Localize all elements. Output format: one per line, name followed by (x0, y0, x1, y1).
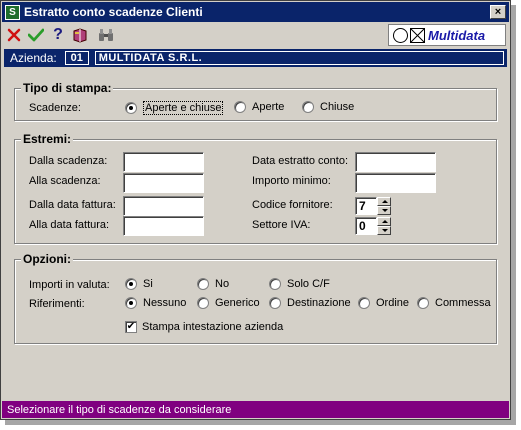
radio-label: Aperte (252, 101, 285, 113)
opzioni-legend: Opzioni: (21, 252, 73, 266)
logo-cross-icon (410, 27, 425, 43)
stepper-down-icon[interactable] (377, 226, 391, 235)
radio-label: Chiuse (320, 101, 355, 113)
status-text: Selezionare il tipo di scadenze da consi… (7, 403, 232, 416)
dalla-scadenza-label: Dalla scadenza: (29, 155, 108, 167)
scadenze-label: Scadenze: (29, 102, 81, 114)
radio-rif-destinazione[interactable]: Destinazione (269, 297, 351, 309)
stampa-intestazione-checkbox[interactable]: ✔ Stampa intestazione azienda (125, 321, 283, 333)
azienda-code-field[interactable]: 01 (64, 51, 89, 65)
cancel-icon (7, 28, 21, 42)
radio-dot (197, 278, 209, 290)
confirm-button[interactable] (25, 24, 47, 46)
stepper-buttons (377, 217, 391, 235)
importo-minimo-field[interactable] (355, 173, 436, 193)
radio-dot (234, 101, 246, 113)
radio-rif-ordine[interactable]: Ordine (358, 297, 409, 309)
alla-scadenza-field[interactable] (123, 173, 204, 193)
riferimenti-label: Riferimenti: (29, 298, 85, 310)
checkbox-label: Stampa intestazione azienda (142, 321, 284, 333)
radio-dot (302, 101, 314, 113)
codice-fornitore-label: Codice fornitore: (252, 199, 333, 211)
dalla-scadenza-field[interactable] (123, 152, 204, 172)
radio-dot (125, 297, 137, 309)
radio-dot (358, 297, 370, 309)
settore-iva-label: Settore IVA: (252, 219, 311, 231)
radio-label: Aperte e chiuse (143, 101, 224, 115)
radio-label: Nessuno (143, 297, 187, 309)
tipo-stampa-legend: Tipo di stampa: (21, 81, 114, 95)
azienda-name-field: MULTIDATA S.R.L. (94, 51, 504, 65)
dialog-window: S Estratto conto scadenze Clienti × ? Mu… (0, 0, 511, 420)
app-icon: S (5, 4, 20, 20)
radio-importi-solo-cf[interactable]: Solo C/F (269, 278, 330, 290)
stepper-up-icon[interactable] (377, 217, 391, 226)
stepper-down-icon[interactable] (377, 206, 391, 215)
importo-minimo-label: Importo minimo: (252, 175, 331, 187)
settore-iva-value[interactable]: 0 (355, 217, 377, 235)
radio-aperte[interactable]: Aperte (234, 101, 284, 113)
azienda-bar: Azienda: 01 MULTIDATA S.R.L. (4, 49, 507, 67)
radio-dot (125, 278, 137, 290)
radio-label: Si (143, 278, 153, 290)
alla-scadenza-label: Alla scadenza: (29, 175, 101, 187)
multidata-logo: Multidata (388, 24, 506, 46)
close-button[interactable]: × (490, 5, 506, 19)
book-button[interactable] (69, 24, 91, 46)
alla-data-fattura-label: Alla data fattura: (29, 219, 110, 231)
tipo-stampa-group: Tipo di stampa: Scadenze: Aperte e chius… (14, 81, 497, 121)
settore-iva-stepper[interactable]: 0 (355, 217, 391, 235)
confirm-icon (28, 28, 44, 42)
radio-label: Commessa (435, 297, 491, 309)
logo-circle-icon (393, 27, 408, 43)
cancel-button[interactable] (3, 24, 25, 46)
radio-chiuse[interactable]: Chiuse (302, 101, 354, 113)
dalla-data-fattura-field[interactable] (123, 196, 204, 216)
radio-importi-si[interactable]: Si (125, 278, 153, 290)
radio-label: Generico (215, 297, 260, 309)
radio-label: No (215, 278, 230, 290)
search-button[interactable] (95, 24, 117, 46)
dalla-data-fattura-label: Dalla data fattura: (29, 199, 116, 211)
radio-label: Solo C/F (287, 278, 330, 290)
stepper-buttons (377, 197, 391, 215)
radio-rif-nessuno[interactable]: Nessuno (125, 297, 186, 309)
status-bar: Selezionare il tipo di scadenze da consi… (2, 401, 509, 418)
alla-data-fattura-field[interactable] (123, 216, 204, 236)
radio-label: Ordine (376, 297, 410, 309)
stepper-up-icon[interactable] (377, 197, 391, 206)
radio-label: Destinazione (287, 297, 351, 309)
help-icon: ? (53, 26, 63, 43)
radio-dot (417, 297, 429, 309)
logo-text: Multidata (428, 27, 486, 43)
codice-fornitore-stepper[interactable]: 7 (355, 197, 391, 215)
radio-dot (269, 297, 281, 309)
window-title: Estratto conto scadenze Clienti (24, 5, 203, 19)
radio-dot (197, 297, 209, 309)
data-estratto-conto-label: Data estratto conto: (252, 155, 348, 167)
opzioni-group: Opzioni: Importi in valuta: Si No Solo C… (14, 252, 497, 344)
radio-rif-commessa[interactable]: Commessa (417, 297, 491, 309)
azienda-label: Azienda: (10, 51, 57, 65)
book-icon (73, 28, 87, 43)
codice-fornitore-value[interactable]: 7 (355, 197, 377, 215)
title-bar[interactable]: S Estratto conto scadenze Clienti × (2, 2, 509, 22)
toolbar: ? Multidata (3, 23, 508, 47)
help-button[interactable]: ? (47, 24, 69, 46)
estremi-legend: Estremi: (21, 132, 74, 146)
importi-valuta-label: Importi in valuta: (29, 279, 110, 291)
binoculars-icon (99, 29, 113, 41)
estremi-group: Estremi: Dalla scadenza: Alla scadenza: … (14, 132, 497, 244)
checkbox-check-icon: ✔ (125, 321, 137, 333)
data-estratto-conto-field[interactable] (355, 152, 436, 172)
radio-dot (269, 278, 281, 290)
radio-dot (125, 102, 137, 114)
radio-rif-generico[interactable]: Generico (197, 297, 260, 309)
radio-importi-no[interactable]: No (197, 278, 229, 290)
radio-aperte-e-chiuse[interactable]: Aperte e chiuse (125, 101, 224, 115)
